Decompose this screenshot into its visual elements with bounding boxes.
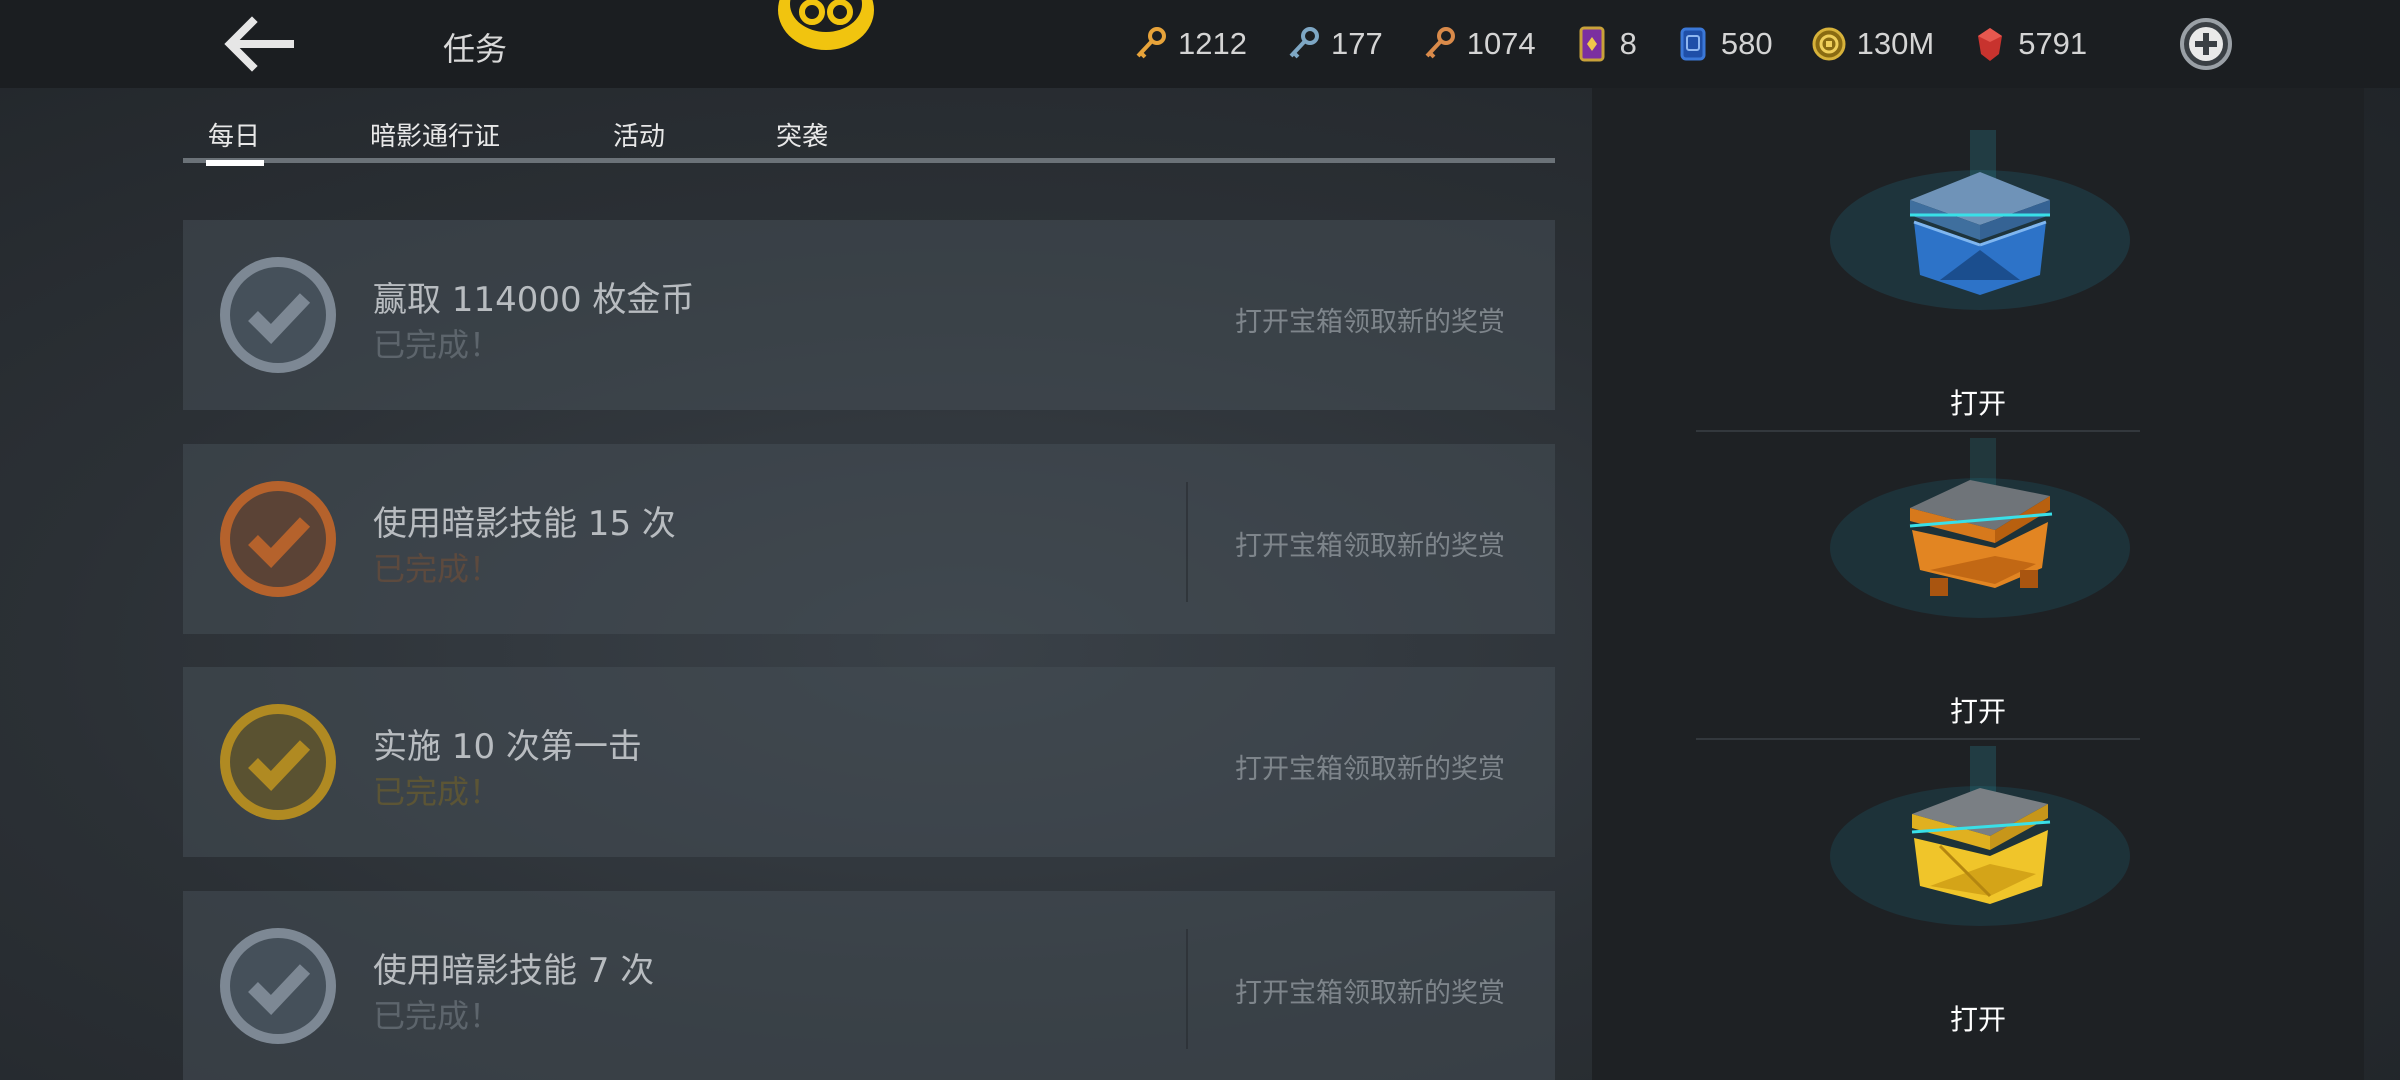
top-bar: 任务 1212 177 1074 8 580 130M 5791 <box>0 0 2400 88</box>
currency-silver-key[interactable]: 177 <box>1283 24 1383 64</box>
currency-value: 177 <box>1330 26 1383 61</box>
row-divider <box>1186 482 1188 602</box>
task-hint: 打开宝箱领取新的奖赏 <box>1235 754 1505 785</box>
ticket-icon <box>1579 26 1605 62</box>
blue-chest-icon <box>1830 130 2130 310</box>
back-button[interactable] <box>222 16 298 72</box>
task-hint: 打开宝箱领取新的奖赏 <box>1235 307 1505 338</box>
currency-value: 5791 <box>2018 26 2088 61</box>
currency-red-gem[interactable]: 5791 <box>1970 24 2087 64</box>
currency-gold-key[interactable]: 1212 <box>1130 24 1247 64</box>
gold-key-icon <box>1136 27 1166 59</box>
task-name: 实施 10 次第一击 <box>373 727 642 767</box>
tab-raid[interactable]: 突袭 <box>776 116 828 153</box>
task-name: 赢取 114000 枚金币 <box>373 280 695 320</box>
back-arrow-icon <box>224 16 294 72</box>
quest-tabs: 每日 暗影通行证 活动 突袭 <box>183 110 1555 166</box>
task-hint: 打开宝箱领取新的奖赏 <box>1235 978 1505 1009</box>
blue-chest[interactable]: 打开 <box>1592 130 2364 430</box>
quest-screen: 任务 1212 177 1074 8 580 130M 5791 每日 暗影通行… <box>0 0 2400 1080</box>
task-status: 已完成！ <box>373 997 502 1035</box>
currency-value: 1212 <box>1178 26 1247 61</box>
tab-events[interactable]: 活动 <box>613 116 665 153</box>
page-title: 任务 <box>443 30 508 68</box>
completed-check-icon <box>215 252 341 378</box>
bronze-key-icon <box>1425 27 1455 59</box>
orange-chest-icon <box>1830 438 2130 618</box>
task-status: 已完成！ <box>373 773 502 811</box>
silver-key-icon <box>1289 27 1319 59</box>
task-row[interactable]: 实施 10 次第一击 已完成！ 打开宝箱领取新的奖赏 <box>183 667 1555 857</box>
task-name: 使用暗影技能 7 次 <box>373 951 655 991</box>
task-row[interactable]: 使用暗影技能 15 次 已完成！ 打开宝箱领取新的奖赏 <box>183 444 1555 634</box>
row-divider <box>1186 929 1188 1049</box>
open-chest-label: 打开 <box>1949 1003 2006 1036</box>
task-status: 已完成！ <box>373 550 502 588</box>
currency-ticket[interactable]: 8 <box>1572 24 1637 64</box>
orange-chest[interactable]: 打开 <box>1592 438 2364 738</box>
task-row[interactable]: 赢取 114000 枚金币 已完成！ 打开宝箱领取新的奖赏 <box>183 220 1555 410</box>
currency-gold-coin[interactable]: 130M <box>1809 24 1935 64</box>
task-name: 使用暗影技能 15 次 <box>373 504 676 544</box>
completed-check-icon <box>215 923 341 1049</box>
currency-value: 1074 <box>1466 26 1536 61</box>
chest-panel: 打开 打开 打开 <box>1592 88 2364 1080</box>
red-gem-icon <box>1978 28 2003 61</box>
task-status: 已完成！ <box>373 326 502 364</box>
chest-divider <box>1696 430 2140 432</box>
gold-chest-icon <box>1830 746 2130 926</box>
completed-check-icon <box>215 699 341 825</box>
chest-divider <box>1696 738 2140 740</box>
task-row[interactable]: 使用暗影技能 7 次 已完成！ 打开宝箱领取新的奖赏 <box>183 891 1555 1080</box>
currency-value: 130M <box>1856 26 1935 61</box>
currency-bar: 1212 177 1074 8 580 130M 5791 <box>1130 22 2123 66</box>
currency-value: 8 <box>1619 26 1637 61</box>
plus-icon <box>2180 18 2232 70</box>
currency-value: 580 <box>1720 26 1773 61</box>
tab-shadow-pass[interactable]: 暗影通行证 <box>370 116 500 153</box>
completed-check-icon <box>215 476 341 602</box>
open-chest-label: 打开 <box>1949 387 2006 420</box>
tabs-underline <box>183 158 1555 163</box>
gold-coin-icon <box>1812 27 1846 61</box>
tab-daily[interactable]: 每日 <box>205 116 265 166</box>
currency-bronze-key[interactable]: 1074 <box>1419 24 1536 64</box>
gold-chest[interactable]: 打开 <box>1592 746 2364 1046</box>
open-chest-label: 打开 <box>1949 695 2006 728</box>
game-logo <box>778 0 874 50</box>
currency-blue-card[interactable]: 580 <box>1673 24 1773 64</box>
task-hint: 打开宝箱领取新的奖赏 <box>1235 531 1505 562</box>
blue-card-icon <box>1680 27 1706 61</box>
add-currency-button[interactable] <box>2178 16 2234 72</box>
